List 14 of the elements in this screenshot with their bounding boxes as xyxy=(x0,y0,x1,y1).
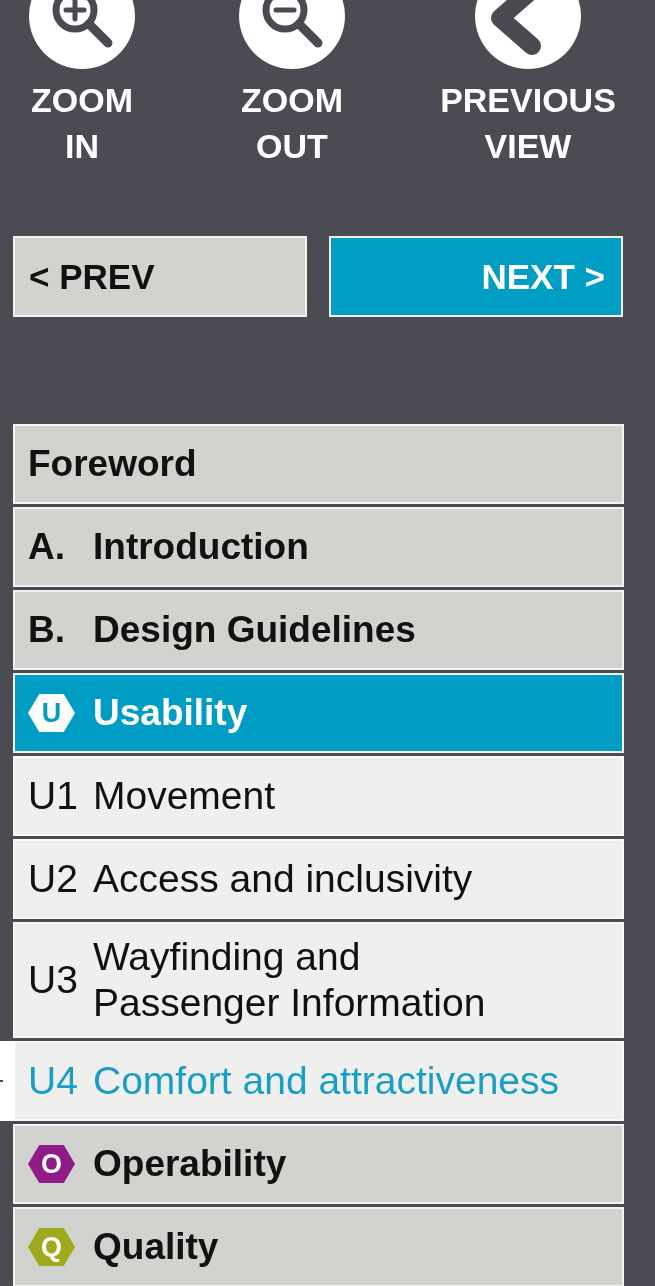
nav-subitem[interactable]: U2 Access and inclusivity xyxy=(13,839,624,919)
nav-chapter-item[interactable]: O Operability xyxy=(13,1124,624,1204)
nav-item[interactable]: Foreword xyxy=(13,424,624,504)
letter-badge: Q xyxy=(28,1228,75,1266)
zoom-in-button[interactable]: ZOOM IN xyxy=(29,0,135,169)
letter-badge: U xyxy=(28,694,75,732)
letter-badge: O xyxy=(28,1145,75,1183)
nav-chapter-item[interactable]: Q Quality xyxy=(13,1207,624,1286)
previous-view-button[interactable]: PREVIOUS VIEW xyxy=(440,0,616,169)
nav-item[interactable]: A. Introduction xyxy=(13,507,624,587)
zoom-out-button[interactable]: ZOOM OUT xyxy=(239,0,345,169)
nav-subitem[interactable]: U1 Movement xyxy=(13,756,624,836)
nav-item[interactable]: B. Design Guidelines xyxy=(13,590,624,670)
prev-button[interactable]: < PREV xyxy=(13,236,307,317)
